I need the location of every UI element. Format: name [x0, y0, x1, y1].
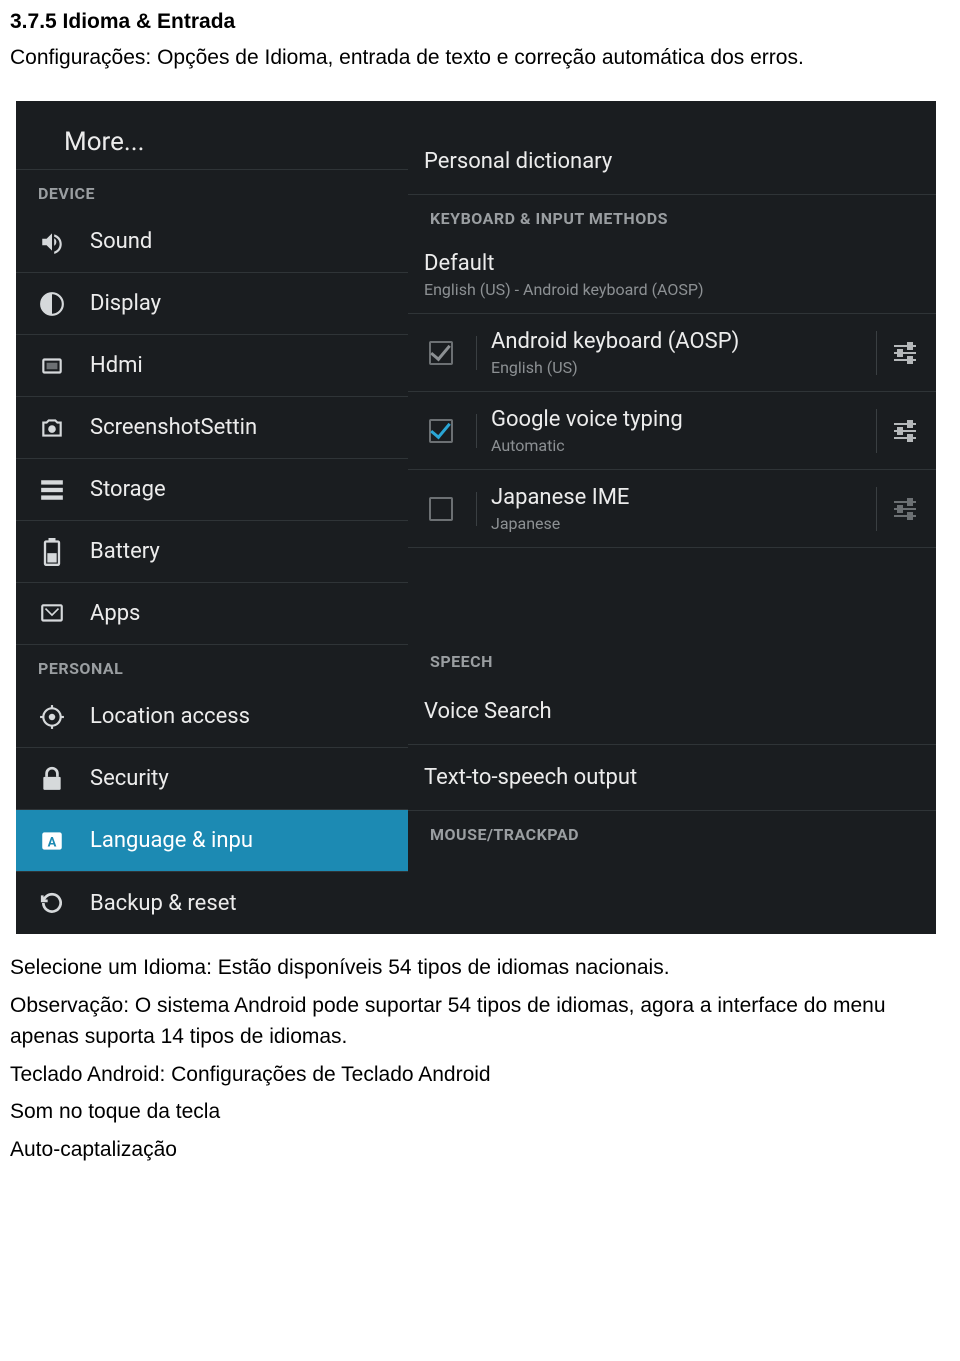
personal-dictionary-label: Personal dictionary: [424, 149, 916, 174]
hdmi-icon: [36, 350, 68, 382]
sidebar-label-backup: Backup & reset: [90, 891, 237, 916]
aosp-settings-button[interactable]: [876, 331, 916, 375]
sidebar-item-backup[interactable]: Backup & reset: [16, 872, 408, 934]
doc-p1: Selecione um Idioma: Estão disponíveis 5…: [10, 952, 950, 984]
doc-p3: Teclado Android: Configurações de Teclad…: [10, 1059, 950, 1091]
item-tts[interactable]: Text-to-speech output: [408, 745, 936, 811]
aosp-checkbox[interactable]: [424, 336, 477, 370]
more-row[interactable]: More...: [16, 101, 408, 170]
item-personal-dictionary[interactable]: Personal dictionary: [408, 129, 936, 195]
sliders-icon: [892, 342, 918, 364]
gvoice-title: Google voice typing: [491, 407, 864, 432]
sidebar-label-screenshot: ScreenshotSettin: [90, 415, 257, 440]
category-speech: SPEECH: [408, 638, 936, 679]
sound-icon: [36, 226, 68, 258]
sidebar-item-apps[interactable]: Apps: [16, 583, 408, 645]
item-voice-search[interactable]: Voice Search: [408, 679, 936, 745]
gvoice-checkbox[interactable]: [424, 414, 477, 448]
sidebar-item-security[interactable]: Security: [16, 748, 408, 810]
item-android-keyboard[interactable]: Android keyboard (AOSP) English (US): [408, 314, 936, 392]
language-icon: A: [36, 825, 68, 857]
item-google-voice-typing[interactable]: Google voice typing Automatic: [408, 392, 936, 470]
sidebar-label-battery: Battery: [90, 539, 160, 564]
gvoice-settings-button[interactable]: [876, 409, 916, 453]
sliders-icon: [892, 498, 918, 520]
jime-title: Japanese IME: [491, 485, 864, 510]
settings-left-pane: More... DEVICE Sound Display Hdmi S: [16, 101, 408, 934]
default-title: Default: [424, 251, 916, 276]
apps-icon: [36, 598, 68, 630]
category-device: DEVICE: [16, 170, 408, 211]
lock-icon: [36, 763, 68, 795]
battery-icon: [36, 536, 68, 568]
settings-right-pane: Personal dictionary KEYBOARD & INPUT MET…: [408, 101, 936, 934]
sidebar-label-apps: Apps: [90, 601, 140, 626]
jime-checkbox[interactable]: [424, 492, 477, 526]
gvoice-sub: Automatic: [491, 436, 864, 455]
item-default-keyboard[interactable]: Default English (US) - Android keyboard …: [408, 236, 936, 314]
sidebar-item-sound[interactable]: Sound: [16, 211, 408, 273]
sidebar-item-screenshot[interactable]: ScreenshotSettin: [16, 397, 408, 459]
more-label: More...: [64, 127, 144, 157]
display-icon: [36, 288, 68, 320]
category-keyboard: KEYBOARD & INPUT METHODS: [408, 195, 936, 236]
doc-p4: Som no toque da tecla: [10, 1096, 950, 1128]
sidebar-label-display: Display: [90, 291, 161, 316]
category-mouse: MOUSE/TRACKPAD: [408, 811, 936, 852]
tts-label: Text-to-speech output: [424, 765, 916, 790]
jime-sub: Japanese: [491, 514, 864, 533]
aosp-sub: English (US): [491, 358, 864, 377]
android-settings-screenshot: More... DEVICE Sound Display Hdmi S: [16, 101, 936, 934]
doc-p5: Auto-captalização: [10, 1134, 950, 1166]
sidebar-item-storage[interactable]: Storage: [16, 459, 408, 521]
jime-settings-button[interactable]: [876, 487, 916, 531]
doc-heading: 3.7.5 Idioma & Entrada: [10, 6, 950, 38]
camera-icon: [36, 412, 68, 444]
sliders-icon: [892, 420, 918, 442]
sidebar-item-display[interactable]: Display: [16, 273, 408, 335]
item-japanese-ime[interactable]: Japanese IME Japanese: [408, 470, 936, 548]
default-sub: English (US) - Android keyboard (AOSP): [424, 280, 916, 299]
sidebar-label-location: Location access: [90, 704, 250, 729]
sidebar-label-language: Language & inpu: [90, 828, 253, 853]
doc-subheading: Configurações: Opções de Idioma, entrada…: [10, 42, 950, 74]
sidebar-item-battery[interactable]: Battery: [16, 521, 408, 583]
sidebar-label-sound: Sound: [90, 229, 152, 254]
svg-text:A: A: [48, 835, 57, 850]
voice-search-label: Voice Search: [424, 699, 916, 724]
category-personal: PERSONAL: [16, 645, 408, 686]
backup-icon: [36, 887, 68, 919]
sidebar-item-location[interactable]: Location access: [16, 686, 408, 748]
sidebar-item-hdmi[interactable]: Hdmi: [16, 335, 408, 397]
sidebar-label-security: Security: [90, 766, 169, 791]
location-icon: [36, 701, 68, 733]
sidebar-label-storage: Storage: [90, 477, 166, 502]
doc-p2: Observação: O sistema Android pode supor…: [10, 990, 950, 1053]
sidebar-item-language[interactable]: A Language & inpu: [16, 810, 408, 872]
storage-icon: [36, 474, 68, 506]
aosp-title: Android keyboard (AOSP): [491, 329, 864, 354]
sidebar-label-hdmi: Hdmi: [90, 353, 143, 378]
